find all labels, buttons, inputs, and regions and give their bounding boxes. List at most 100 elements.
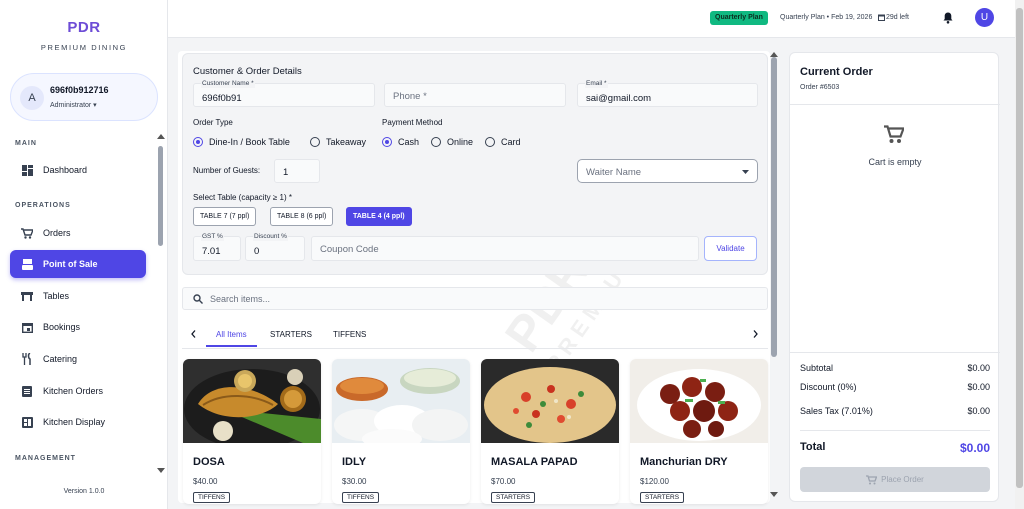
bell-icon[interactable] (943, 12, 953, 24)
waiter-select[interactable]: Waiter Name (577, 159, 758, 183)
category-tabs: All Items STARTERS TIFFENS (182, 325, 768, 349)
dashboard-icon (21, 164, 33, 176)
validate-button[interactable]: Validate (704, 236, 757, 261)
radio-takeaway[interactable]: Takeaway (310, 137, 366, 147)
table-select-label: Select Table (capacity ≥ 1) * (193, 193, 292, 202)
table-chip-selected[interactable]: TABLE 4 (4 ppl) (346, 207, 412, 226)
sidebar-item-label: Kitchen Orders (43, 386, 104, 396)
sidebar: PDR PREMIUM DINING A 696f0b912716 Admini… (0, 0, 168, 509)
tab-tiffens[interactable]: TIFFENS (333, 330, 366, 339)
idly-image (332, 359, 470, 443)
item-price: $120.00 (640, 477, 669, 486)
tab-starters[interactable]: STARTERS (270, 330, 312, 339)
email-field[interactable]: Email * sai@gmail.com (577, 80, 758, 107)
top-bar: Quarterly Plan Quarterly Plan • Feb 19, … (168, 0, 1024, 38)
user-role: Administrator ▾ (50, 102, 97, 109)
sidebar-item-label: Tables (43, 291, 70, 301)
user-card[interactable]: A 696f0b912716 Administrator ▾ (10, 73, 158, 121)
cart-icon (866, 475, 878, 485)
section-operations: OPERATIONS (15, 202, 71, 209)
sidebar-item-kitchen-display[interactable]: Kitchen Display (10, 408, 146, 436)
item-tag: TIFFENS (342, 492, 380, 503)
search-icon (193, 294, 203, 304)
item-price: $70.00 (491, 477, 516, 486)
radio-cash[interactable]: Cash (382, 137, 419, 147)
table-chip[interactable]: TABLE 8 (6 ppl) (270, 207, 334, 226)
item-name: Manchurian DRY (640, 456, 728, 468)
main-scroll-down[interactable] (770, 492, 778, 497)
tab-all-items[interactable]: All Items (206, 330, 257, 347)
main-scroll-up[interactable] (770, 52, 778, 57)
guests-label: Number of Guests: (193, 166, 261, 175)
item-price: $40.00 (193, 477, 218, 486)
chevron-left-icon[interactable] (191, 330, 196, 338)
order-type-label: Order Type (193, 118, 233, 127)
sidebar-item-kitchen-orders[interactable]: Kitchen Orders (10, 377, 146, 405)
item-tag: STARTERS (640, 492, 685, 503)
sidebar-item-dashboard[interactable]: Dashboard (10, 156, 146, 184)
table-icon (21, 290, 33, 302)
order-number: Order #6503 (800, 84, 840, 91)
radio-online[interactable]: Online (431, 137, 473, 147)
sidebar-item-label: Point of Sale (43, 259, 98, 269)
cutlery-icon (21, 353, 33, 365)
display-icon (21, 416, 33, 428)
pos-icon (21, 258, 33, 270)
chevron-right-icon[interactable] (753, 330, 758, 338)
radio-dine-in[interactable]: Dine-In / Book Table (193, 137, 290, 147)
cart-icon (884, 125, 904, 143)
radio-card[interactable]: Card (485, 137, 521, 147)
cart-icon (21, 227, 33, 239)
phone-field[interactable]: Phone * (384, 83, 566, 107)
divider (800, 430, 990, 431)
sidebar-item-label: Kitchen Display (43, 417, 106, 427)
customer-name-field[interactable]: Customer Name * 696f0b91 (193, 80, 375, 107)
calendar-icon (878, 14, 885, 21)
table-chip[interactable]: TABLE 7 (7 ppl) (193, 207, 257, 226)
total-row: Total $0.00 (800, 441, 990, 455)
sidebar-item-tables[interactable]: Tables (10, 282, 146, 310)
sidebar-scroll-up[interactable] (157, 134, 165, 139)
version-label: Version 1.0.0 (63, 488, 105, 495)
search-input[interactable]: Search items... (182, 287, 768, 310)
list-icon (21, 385, 33, 397)
brand-logo: PDR (67, 19, 101, 36)
sidebar-item-bookings[interactable]: Bookings (10, 313, 146, 341)
days-left: 29d left (886, 14, 909, 21)
item-price: $30.00 (342, 477, 367, 486)
coupon-input[interactable]: Coupon Code (311, 236, 699, 261)
place-order-button[interactable]: Place Order (800, 467, 990, 492)
sidebar-scroll-down[interactable] (157, 468, 165, 473)
brand-subtitle: PREMIUM DINING (40, 43, 128, 52)
tax-row: Sales Tax (7.01%) $0.00 (800, 406, 990, 416)
page-scrollbar[interactable] (1015, 0, 1024, 509)
payment-method-label: Payment Method (382, 118, 443, 127)
dosa-image (183, 359, 321, 443)
calendar-icon (21, 321, 33, 333)
menu-item-card[interactable]: DOSA $40.00 TIFFENS (183, 359, 321, 504)
manchurian-image (630, 359, 768, 443)
current-order-panel: Current Order Order #6503 Cart is empty … (789, 52, 1000, 502)
sidebar-item-label: Orders (43, 228, 71, 238)
order-title: Current Order (800, 66, 873, 78)
sidebar-item-orders[interactable]: Orders (10, 219, 146, 247)
divider (790, 352, 1000, 353)
sidebar-item-catering[interactable]: Catering (10, 345, 146, 373)
discount-row: Discount (0%) $0.00 (800, 382, 990, 392)
menu-item-card[interactable]: MASALA PAPAD $70.00 STARTERS (481, 359, 619, 504)
cart-empty-text: Cart is empty (868, 157, 922, 167)
gst-field[interactable]: GST % 7.01 (193, 233, 241, 261)
section-management: MANAGEMENT (15, 455, 76, 462)
order-details-card: Customer & Order Details Customer Name *… (182, 53, 768, 275)
menu-item-card[interactable]: Manchurian DRY $120.00 STARTERS (630, 359, 768, 504)
sidebar-item-point-of-sale[interactable]: Point of Sale (10, 250, 146, 278)
menu-item-card[interactable]: IDLY $30.00 TIFFENS (332, 359, 470, 504)
discount-field[interactable]: Discount % 0 (245, 233, 305, 261)
main-scrollbar[interactable] (771, 57, 777, 357)
user-avatar[interactable]: U (975, 8, 994, 27)
masala-papad-image (481, 359, 619, 443)
item-tag: TIFFENS (193, 492, 231, 503)
subtotal-row: Subtotal $0.00 (800, 363, 990, 373)
sidebar-scrollbar[interactable] (158, 146, 163, 246)
guests-input[interactable]: 1 (274, 159, 320, 183)
